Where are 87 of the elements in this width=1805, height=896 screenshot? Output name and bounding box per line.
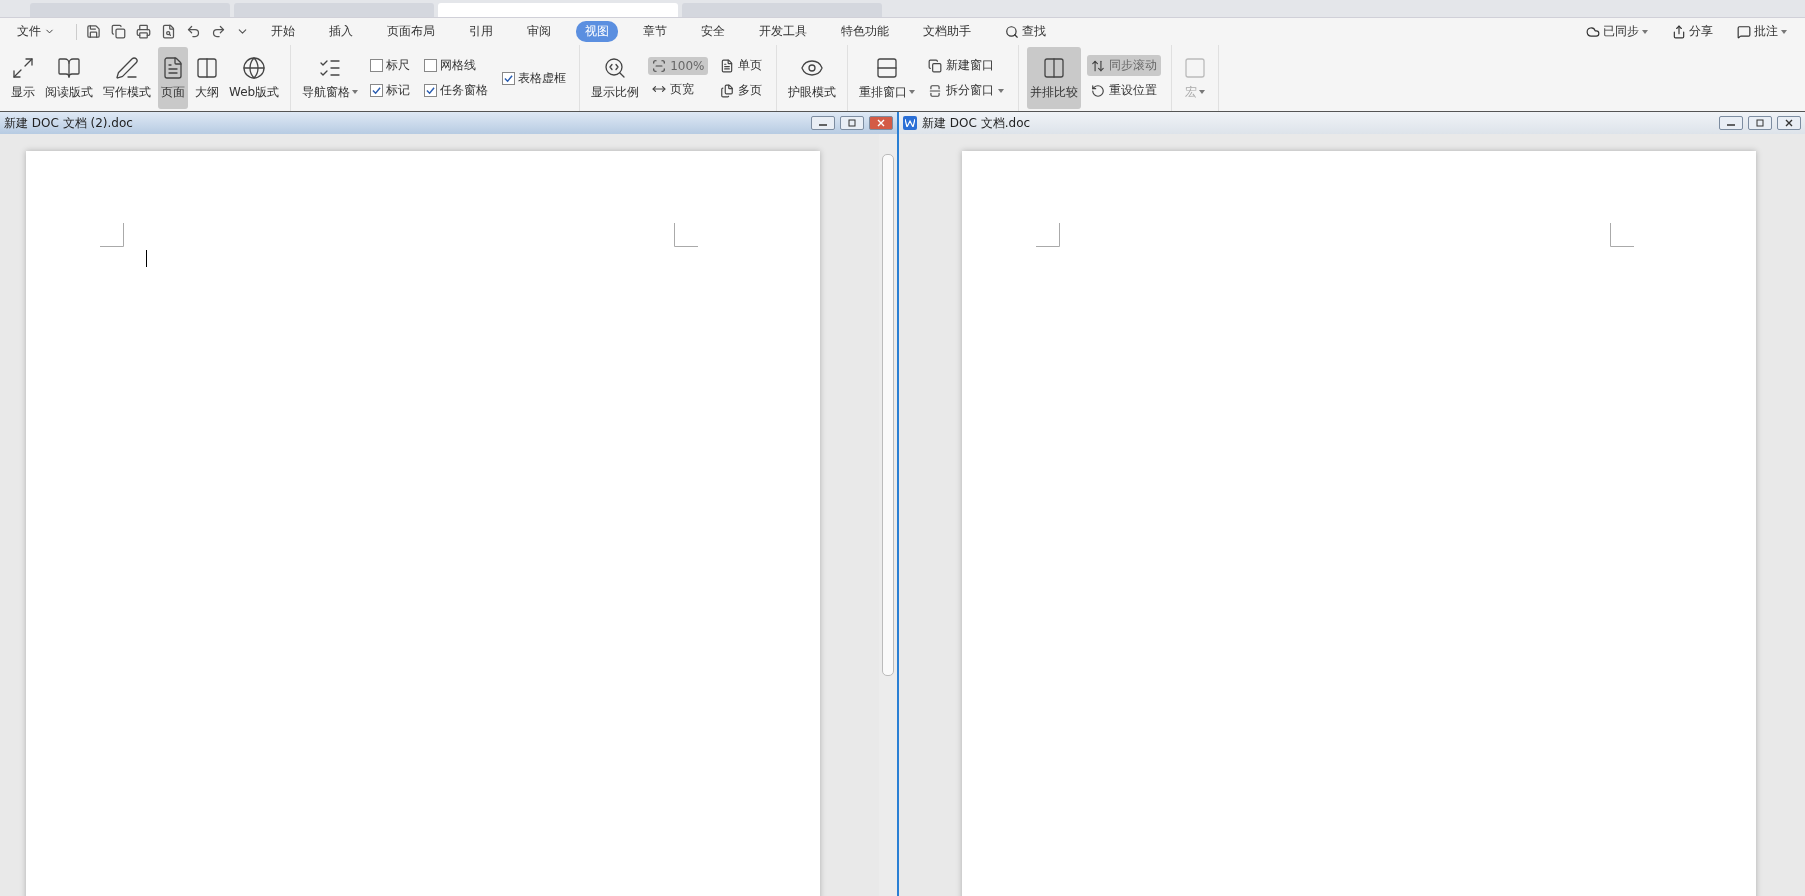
- restore-icon: [847, 119, 857, 127]
- ribbon-button[interactable]: 100%: [648, 56, 709, 75]
- pen-icon: [115, 55, 139, 80]
- caret-icon: [1199, 90, 1206, 94]
- cloud-icon: [1586, 24, 1600, 39]
- ribbon-tab[interactable]: 插入: [320, 21, 362, 42]
- ribbon-button[interactable]: 重排窗口: [856, 47, 919, 109]
- ribbon-button[interactable]: 新建窗口: [924, 55, 1009, 76]
- checkbox[interactable]: 任务窗格: [421, 80, 492, 101]
- caret-icon: [352, 90, 359, 94]
- open-book-icon: [57, 55, 81, 80]
- ribbon-button[interactable]: 护眼模式: [785, 47, 840, 109]
- checkbox[interactable]: 网格线: [421, 55, 492, 76]
- sync-scroll-icon: [1091, 58, 1106, 73]
- ribbon-button[interactable]: 显示比例: [588, 47, 643, 109]
- ribbon-button[interactable]: 重设位置: [1087, 80, 1162, 101]
- close-icon: [876, 119, 886, 127]
- caret-icon: [1642, 29, 1648, 34]
- side-by-side-icon: [1042, 55, 1067, 80]
- ribbon-tab[interactable]: 页面布局: [378, 21, 444, 42]
- stacked-windows-icon: [875, 55, 900, 80]
- ribbon-tab[interactable]: 特色功能: [832, 21, 898, 42]
- ribbon-tab[interactable]: 开始: [262, 21, 304, 42]
- globe-icon: [242, 55, 267, 80]
- ribbon-tab[interactable]: 安全: [692, 21, 734, 42]
- checkmark-icon: [504, 73, 514, 83]
- window-title: 新建 DOC 文档 (2).doc: [4, 114, 133, 132]
- ribbon-button[interactable]: 页宽: [648, 78, 709, 100]
- caret-icon: [998, 88, 1005, 93]
- search-icon: [1005, 24, 1019, 39]
- expand-arrow-icon: [11, 55, 35, 80]
- checkmark-icon: [426, 86, 436, 95]
- caret-icon: [909, 90, 916, 94]
- close-button[interactable]: [1777, 116, 1801, 130]
- ribbon-button[interactable]: 并排比较: [1027, 47, 1082, 109]
- file-menu[interactable]: 文件: [8, 21, 64, 42]
- toolbar-button[interactable]: 批注: [1728, 21, 1796, 42]
- page-icon: [161, 55, 185, 80]
- ribbon-button[interactable]: 拆分窗口: [924, 80, 1009, 101]
- caret-icon: [1781, 29, 1787, 34]
- ribbon-tab[interactable]: 审阅: [518, 21, 560, 42]
- redo-icon[interactable]: [211, 24, 226, 39]
- ribbon-button[interactable]: 单页: [716, 55, 767, 76]
- print-preview-icon[interactable]: [161, 24, 176, 39]
- checkbox[interactable]: 标尺: [367, 55, 414, 76]
- search-button[interactable]: 查找: [996, 21, 1055, 42]
- ribbon-button[interactable]: 页面: [158, 47, 188, 109]
- ribbon-button[interactable]: 同步滚动: [1087, 55, 1162, 76]
- ribbon-button[interactable]: 显示: [8, 47, 38, 109]
- save-icon[interactable]: [86, 24, 101, 39]
- minimize-button[interactable]: [1719, 116, 1743, 130]
- document-icon: [903, 116, 917, 130]
- restore-button[interactable]: [1748, 116, 1772, 130]
- new-window-icon: [928, 58, 943, 73]
- minimize-button[interactable]: [811, 116, 835, 130]
- restore-button[interactable]: [840, 116, 864, 130]
- checkbox[interactable]: 表格虚框: [499, 67, 570, 89]
- two-column-icon: [195, 55, 219, 80]
- share-icon: [1672, 24, 1686, 39]
- single-page-icon: [720, 58, 735, 73]
- ribbon-tab[interactable]: 章节: [634, 21, 676, 42]
- comment-icon: [1737, 24, 1751, 39]
- toolbar-button[interactable]: 已同步: [1577, 21, 1657, 42]
- ribbon-button[interactable]: 写作模式: [100, 47, 154, 109]
- ribbon-tab[interactable]: 开发工具: [750, 21, 816, 42]
- margin-corner-mark: [674, 223, 698, 247]
- undo-icon[interactable]: [186, 24, 201, 39]
- multi-page-icon: [720, 83, 735, 98]
- restore-icon: [1755, 119, 1765, 127]
- split-window-icon: [928, 83, 943, 98]
- margin-corner-mark: [100, 223, 124, 247]
- window-title: 新建 DOC 文档.doc: [922, 114, 1031, 132]
- reset-icon: [1091, 83, 1106, 98]
- checkmark-icon: [372, 86, 382, 95]
- close-icon: [1784, 119, 1794, 127]
- ribbon-button[interactable]: 阅读版式: [42, 47, 96, 109]
- ribbon-tab[interactable]: 引用: [460, 21, 502, 42]
- margin-corner-mark: [1036, 223, 1060, 247]
- margin-corner-mark: [1610, 223, 1634, 247]
- ribbon-button[interactable]: 多页: [716, 80, 767, 101]
- ribbon-button[interactable]: 大纲: [192, 47, 222, 109]
- printer-icon[interactable]: [136, 24, 151, 39]
- ribbon-button[interactable]: Web版式: [226, 47, 283, 109]
- ribbon-tab[interactable]: 文档助手: [914, 21, 980, 42]
- toolbar-button[interactable]: 分享: [1663, 21, 1722, 42]
- checkbox[interactable]: 标记: [367, 80, 414, 101]
- ribbon-button[interactable]: 导航窗格: [299, 47, 362, 109]
